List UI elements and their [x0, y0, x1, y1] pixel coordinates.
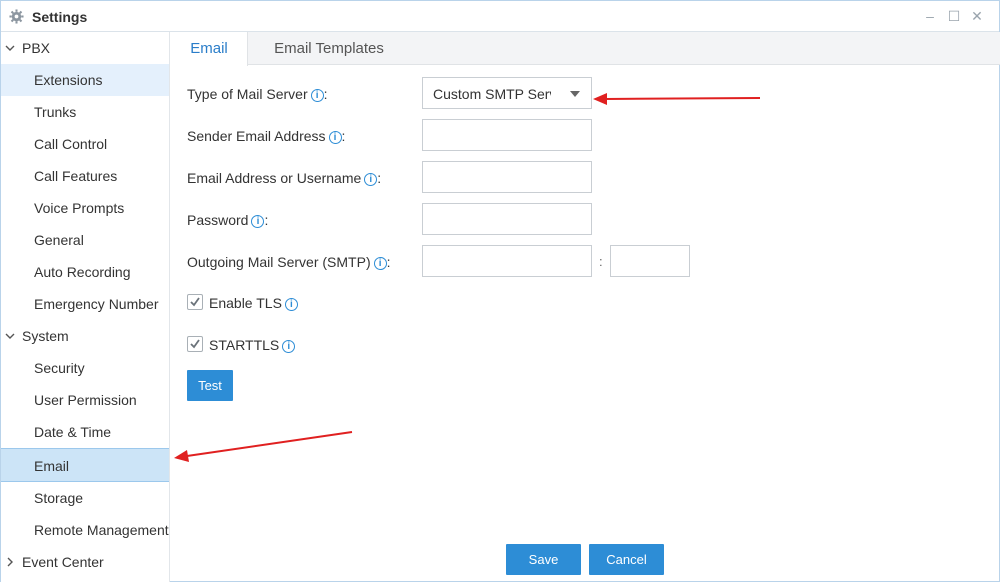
sidebar-item-label: Security	[34, 360, 85, 376]
field-label-text: Sender Email Address	[187, 128, 326, 144]
password-label: Password i:	[187, 212, 268, 228]
sidebar-item-storage[interactable]: Storage	[1, 482, 169, 514]
smtp-port-input[interactable]	[610, 245, 690, 277]
info-icon[interactable]: i	[282, 340, 296, 353]
email-username-label: Email Address or Username i:	[187, 170, 381, 186]
mail-server-type-select[interactable]: Custom SMTP Server	[422, 77, 592, 109]
sidebar-item-label: Call Features	[34, 168, 118, 184]
info-icon[interactable]: i	[373, 257, 387, 270]
sidebar-group-system[interactable]: System	[1, 320, 169, 352]
sidebar-item-label: Date & Time	[34, 424, 112, 440]
dropdown-caret-icon	[570, 91, 580, 97]
sidebar-item-label: Remote Management	[34, 522, 169, 538]
sidebar-item-label: User Permission	[34, 392, 137, 408]
sidebar-item-label: Email	[34, 458, 70, 474]
sidebar-group-event-center[interactable]: Event Center	[1, 546, 169, 578]
sidebar-item-label: Call Control	[34, 136, 108, 152]
sidebar-item-call-features[interactable]: Call Features	[1, 160, 169, 192]
sidebar-item-security[interactable]: Security	[1, 352, 169, 384]
settings-sidebar: PBX Extensions Trunks Call Control Call …	[1, 32, 170, 582]
sidebar-item-emergency-number[interactable]: Emergency Number	[1, 288, 169, 320]
field-label-text: Password	[187, 212, 249, 228]
tab-email-templates[interactable]: Email Templates	[255, 32, 403, 65]
sidebar-item-label: General	[34, 232, 84, 248]
smtp-port-separator: :	[599, 254, 603, 269]
label-colon: :	[323, 86, 328, 102]
chevron-right-icon	[7, 557, 13, 567]
checkmark-icon	[190, 339, 200, 349]
info-icon[interactable]: i	[284, 298, 298, 311]
sidebar-group-label: Event Center	[22, 554, 104, 570]
test-button[interactable]: Test	[187, 370, 233, 401]
info-icon[interactable]: i	[310, 89, 324, 102]
sidebar-item-label: Voice Prompts	[34, 200, 125, 216]
sidebar-item-label: Emergency Number	[34, 296, 159, 312]
label-colon: :	[341, 128, 346, 144]
chevron-down-icon	[5, 333, 15, 339]
field-label-text: Email Address or Username	[187, 170, 362, 186]
label-colon: :	[264, 212, 269, 228]
sidebar-group-label: System	[22, 328, 69, 344]
sidebar-item-auto-recording[interactable]: Auto Recording	[1, 256, 169, 288]
sidebar-item-label: Auto Recording	[34, 264, 131, 280]
field-label-text: Type of Mail Server	[187, 86, 308, 102]
label-colon: :	[377, 170, 382, 186]
password-input[interactable]	[422, 203, 592, 235]
sidebar-item-label: Storage	[34, 490, 84, 506]
sidebar-item-remote-management[interactable]: Remote Management	[1, 514, 169, 546]
info-icon[interactable]: i	[364, 173, 378, 186]
title-bar: Settings – ☐ ✕	[1, 1, 999, 32]
mail-server-type-label: Type of Mail Server i:	[187, 86, 328, 102]
minimize-icon[interactable]: –	[922, 8, 938, 24]
chevron-down-icon	[5, 45, 15, 51]
sidebar-group-label: PBX	[22, 40, 51, 56]
sidebar-item-label: Trunks	[34, 104, 77, 120]
cancel-button[interactable]: Cancel	[589, 544, 664, 575]
sidebar-group-pbx[interactable]: PBX	[1, 32, 169, 64]
sidebar-item-extensions[interactable]: Extensions	[1, 64, 169, 96]
smtp-server-input[interactable]	[422, 245, 592, 277]
smtp-label: Outgoing Mail Server (SMTP) i:	[187, 254, 391, 270]
enable-tls-label: Enable TLS i	[209, 295, 298, 311]
tab-email[interactable]: Email	[171, 32, 248, 66]
checkbox-label-text: STARTTLS	[209, 337, 280, 353]
starttls-label: STARTTLS i	[209, 337, 296, 353]
sender-email-label: Sender Email Address i:	[187, 128, 345, 144]
sidebar-item-label: Extensions	[34, 72, 103, 88]
checkmark-icon	[190, 297, 200, 307]
settings-window: Settings – ☐ ✕ PBX Extensions Trunks Cal…	[0, 0, 1000, 582]
sidebar-item-call-control[interactable]: Call Control	[1, 128, 169, 160]
sidebar-item-trunks[interactable]: Trunks	[1, 96, 169, 128]
maximize-icon[interactable]: ☐	[946, 8, 962, 24]
sidebar-item-user-permission[interactable]: User Permission	[1, 384, 169, 416]
starttls-checkbox[interactable]	[187, 336, 203, 352]
gear-icon	[9, 9, 24, 24]
label-colon: :	[386, 254, 391, 270]
tab-bar: Email Email Templates	[171, 32, 1000, 66]
info-icon[interactable]: i	[251, 215, 265, 228]
sender-email-input[interactable]	[422, 119, 592, 151]
sidebar-item-date-time[interactable]: Date & Time	[1, 416, 169, 448]
sidebar-item-email[interactable]: Email	[1, 448, 169, 482]
select-value: Custom SMTP Server	[433, 86, 551, 102]
email-settings-panel: Email Email Templates Type of Mail Serve…	[171, 32, 1000, 582]
enable-tls-checkbox[interactable]	[187, 294, 203, 310]
email-username-input[interactable]	[422, 161, 592, 193]
close-icon[interactable]: ✕	[969, 8, 985, 24]
sidebar-item-general[interactable]: General	[1, 224, 169, 256]
save-button[interactable]: Save	[506, 544, 581, 575]
sidebar-item-voice-prompts[interactable]: Voice Prompts	[1, 192, 169, 224]
info-icon[interactable]: i	[328, 131, 342, 144]
field-label-text: Outgoing Mail Server (SMTP)	[187, 254, 371, 270]
checkbox-label-text: Enable TLS	[209, 295, 282, 311]
window-title: Settings	[32, 9, 88, 25]
